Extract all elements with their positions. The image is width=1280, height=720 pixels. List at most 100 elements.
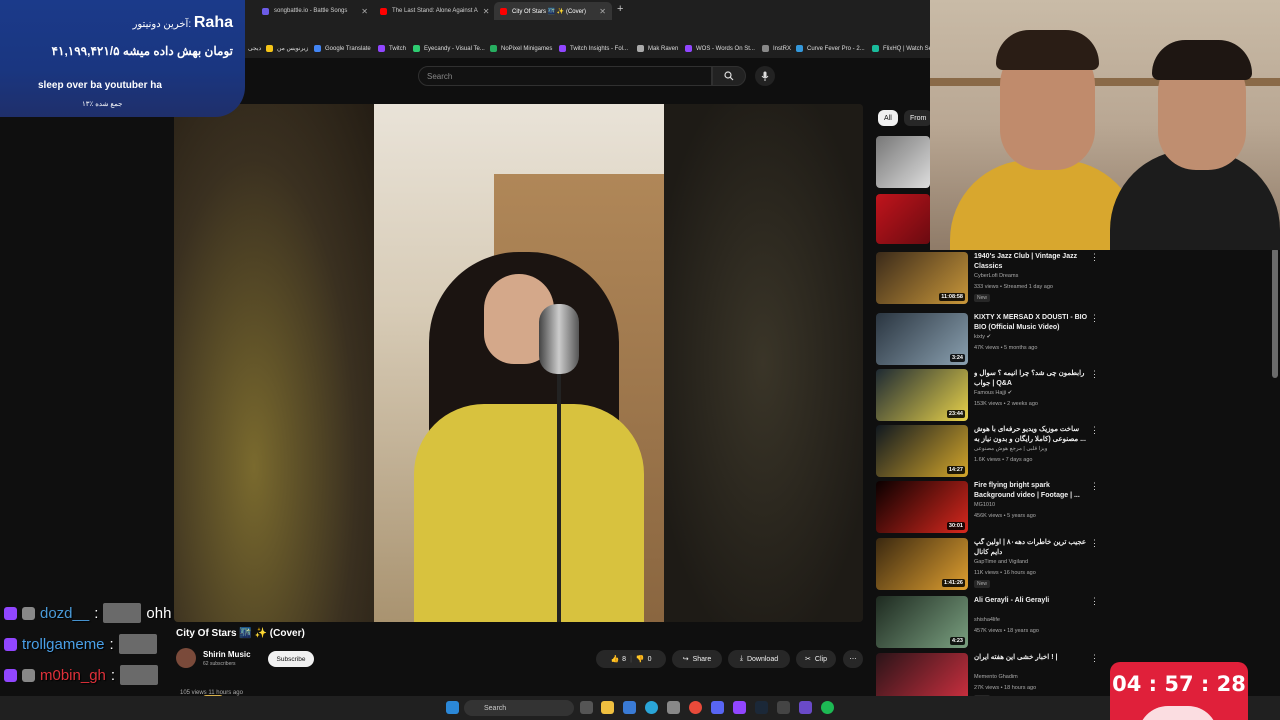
donation-amount: ۴۱,۱۹۹,۴۲۱/۵ تومان بهش داده میشه [51,44,233,58]
recommendation-thumbnail-partial[interactable] [876,194,930,244]
duration-badge: 30:01 [946,522,965,530]
channel-name[interactable]: Shirin Music [203,650,251,659]
verified-icon: ✔ [986,334,992,340]
bookmark-item[interactable]: InstRX [762,45,791,52]
video-player[interactable] [174,104,863,622]
voice-search-button[interactable] [755,66,775,86]
video-thumbnail[interactable]: 11:08:58 [876,252,968,304]
recommendation-item[interactable]: 30:01 Fire flying bright spark Background… [876,481,1101,533]
new-tab-button[interactable]: + [617,3,623,15]
like-button[interactable]: 👍 8 [610,655,626,664]
recommendation-channel[interactable]: shisha4life [974,617,1000,623]
bookmark-item[interactable]: Mak Raven [637,45,678,52]
recommendation-channel[interactable]: GapTime and Vigiland [974,559,1028,565]
bookmark-item[interactable]: Twitch Insights - Fol... [559,45,628,52]
channel-label: MG1010 [974,502,996,508]
close-tab-icon[interactable]: ✕ [483,7,490,16]
more-options-icon[interactable]: ⋮ [1090,596,1099,607]
bookmark-item[interactable]: Twitch [378,45,406,52]
close-tab-icon[interactable]: ✕ [361,7,368,16]
bookmark-label: InstRX [773,45,792,52]
bookmark-item[interactable]: WOS - Words On St... [685,45,755,52]
recommendation-item[interactable]: 14:27 ساخت موزیک ویدیو حرفه‌ای با هوش مصن… [876,425,1101,477]
more-options-icon[interactable]: ⋮ [1090,653,1099,664]
tab-last-stand[interactable]: The Last Stand: Alone Against A ✕ [374,2,494,20]
sidebar-scrollbar[interactable] [1272,248,1278,378]
twitch-app-icon[interactable] [733,701,746,714]
recommendation-channel[interactable]: kixty ✔ [974,334,991,340]
recommendation-thumbnail-partial[interactable] [876,136,930,188]
like-dislike-group: 👍 8 | 👎 0 [596,650,666,668]
video-thumbnail[interactable]: 4:23 [876,596,968,648]
more-actions-button[interactable]: ⋯ [843,650,863,668]
bookmark-item[interactable]: NoPixel Minigames [490,45,552,52]
spotify-icon[interactable] [821,701,834,714]
video-thumbnail[interactable]: 14:27 [876,425,968,477]
recommendation-title[interactable]: رابطمون چی شد؟ چرا انیمه ؟ سوال و جواب |… [974,369,1088,389]
video-thumbnail[interactable]: 30:01 [876,481,968,533]
more-options-icon[interactable]: ⋮ [1090,481,1099,492]
recommendation-channel[interactable]: Famous Hajji ✔ [974,390,1012,396]
subscribe-button[interactable]: Subscribe [268,651,314,667]
more-options-icon[interactable]: ⋮ [1090,369,1099,380]
recommendation-channel[interactable]: MG1010 [974,502,995,508]
video-thumbnail[interactable]: 23:44 [876,369,968,421]
recommendation-channel[interactable]: Memento Ghadim [974,674,1018,680]
r-app-icon[interactable] [799,701,812,714]
recommendation-item[interactable]: 11:08:58 1940's Jazz Club | Vintage Jazz … [876,252,1101,304]
bookmark-item[interactable]: Google Translate [314,45,371,52]
bookmark-item[interactable]: FlixHQ | Watch Se [872,45,932,52]
search-button[interactable] [712,66,746,86]
file-explorer-icon[interactable] [601,701,614,714]
recommendation-title[interactable]: 1940's Jazz Club | Vintage Jazz Classics [974,252,1088,272]
more-options-icon[interactable]: ⋮ [1090,252,1099,263]
discord-icon[interactable] [711,701,724,714]
tab-city-of-stars[interactable]: City Of Stars 🌃 ✨ (Cover) ✕ [494,2,612,20]
recommendation-title[interactable]: Fire flying bright spark Background vide… [974,481,1088,501]
recommendation-channel[interactable]: ویزا قلبی | مرجع هوش مصنوعی [974,446,1047,452]
bookmark-item[interactable]: Eyecandy - Visual Te... [413,45,485,52]
app-icon[interactable] [667,701,680,714]
chrome-icon[interactable] [689,701,702,714]
video-thumbnail[interactable]: 1:41:26 [876,538,968,590]
bookmark-item[interactable]: Curve Fever Pro - 2... [796,45,865,52]
store-icon[interactable] [623,701,636,714]
recommendation-title[interactable]: KIXTY X MERSAD X DOUSTI - BIO BIO (Offic… [974,313,1088,333]
channel-avatar[interactable] [176,648,196,668]
recommendation-title[interactable]: ساخت موزیک ویدیو حرفه‌ای با هوش مصنوعی (… [974,425,1088,445]
obs-icon[interactable] [777,701,790,714]
steam-icon[interactable] [755,701,768,714]
video-thumbnail[interactable]: 3:24 [876,313,968,365]
more-options-icon[interactable]: ⋮ [1090,425,1099,436]
twitch-badge-icon [4,668,17,682]
recommendation-item[interactable]: 1:41:26 عجیب ترین خاطرات دهه۸۰ | اولین گپ… [876,538,1101,590]
streamer-left-hair [996,30,1099,70]
chip-all[interactable]: All [878,110,898,126]
recommendation-title[interactable]: عجیب ترین خاطرات دهه۸۰ | اولین گپ دایم ک… [974,538,1088,558]
bookmark-item[interactable]: زیرنویس من [266,45,308,52]
tab-songbattle[interactable]: songbattle.io - Battle Songs ✕ [256,2,374,20]
chip-from[interactable]: From [904,110,933,126]
download-button[interactable]: ⤓ Download [728,650,790,668]
recommendation-item[interactable]: 4:23 Ali Gerayli - Ali Gerayli shisha4life… [876,596,1101,648]
recommendation-item[interactable]: 3:24 KIXTY X MERSAD X DOUSTI - BIO BIO (O… [876,313,1101,365]
edge-icon[interactable] [645,701,658,714]
close-tab-icon[interactable]: ✕ [599,7,606,16]
bookmark-partial[interactable]: دیجی [248,45,261,52]
clip-button[interactable]: ✂ Clip [796,650,836,668]
taskbar-search[interactable]: Search [464,700,574,716]
recommendation-item[interactable]: 23:44 رابطمون چی شد؟ چرا انیمه ؟ سوال و ج… [876,369,1101,421]
windows-start-icon[interactable] [446,701,459,714]
share-button[interactable]: ↪ Share [672,650,722,668]
task-view-icon[interactable] [580,701,593,714]
recommendation-channel[interactable]: CyberLofi Dreams [974,273,1018,279]
wos-icon [685,45,692,52]
more-options-icon[interactable]: ⋮ [1090,538,1099,549]
more-options-icon[interactable]: ⋮ [1090,313,1099,324]
recommendation-title[interactable]: اخبار خشی این هفته ایران ! | [974,653,1088,663]
goal-progress: ۱۳٪ جمع شده [82,101,123,108]
recommendation-title[interactable]: Ali Gerayli - Ali Gerayli [974,596,1088,606]
search-input[interactable]: Search [418,66,712,86]
microphone-image [539,304,579,374]
dislike-button[interactable]: 👎 0 [636,655,652,664]
